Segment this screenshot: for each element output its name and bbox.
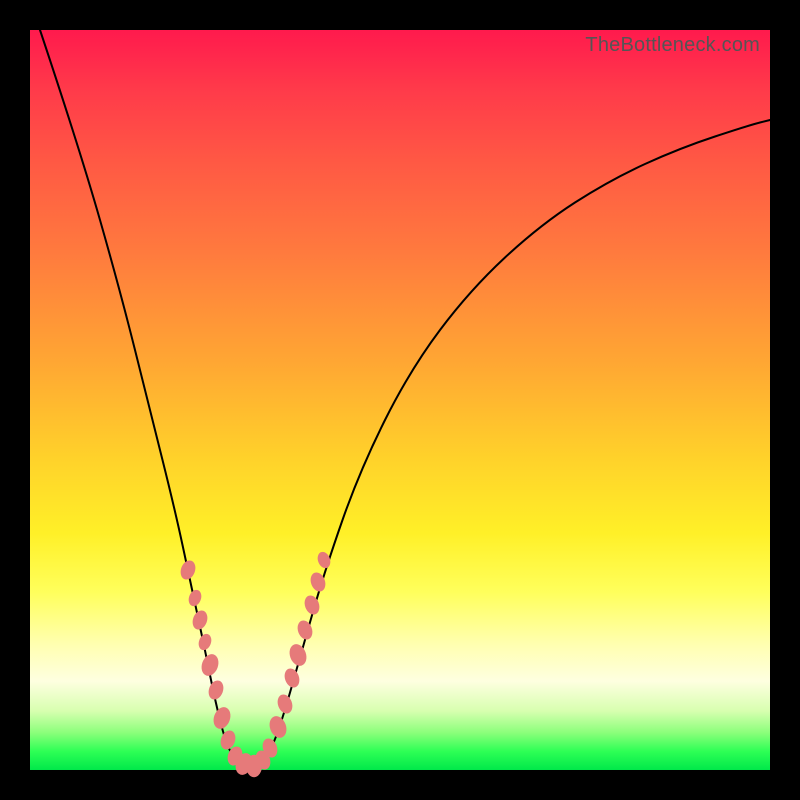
curve-dimple: [186, 588, 203, 608]
bottleneck-curve: [40, 30, 770, 767]
curve-dimple: [302, 593, 322, 616]
curve-dimple-group: [178, 550, 332, 777]
curve-dimple: [275, 692, 295, 715]
curve-dimple: [190, 608, 210, 631]
curve-dimple: [267, 714, 290, 741]
curve-dimple: [178, 558, 198, 581]
curve-dimple: [282, 666, 302, 689]
curve-dimple: [206, 678, 226, 701]
curve-dimple: [196, 632, 213, 652]
curve-dimple: [211, 705, 234, 732]
curve-layer: [30, 30, 770, 770]
curve-dimple: [199, 652, 222, 679]
plot-area: TheBottleneck.com: [30, 30, 770, 770]
curve-dimple: [315, 550, 332, 570]
chart-frame: TheBottleneck.com: [0, 0, 800, 800]
curve-dimple: [287, 642, 310, 669]
curve-dimple: [295, 618, 315, 641]
